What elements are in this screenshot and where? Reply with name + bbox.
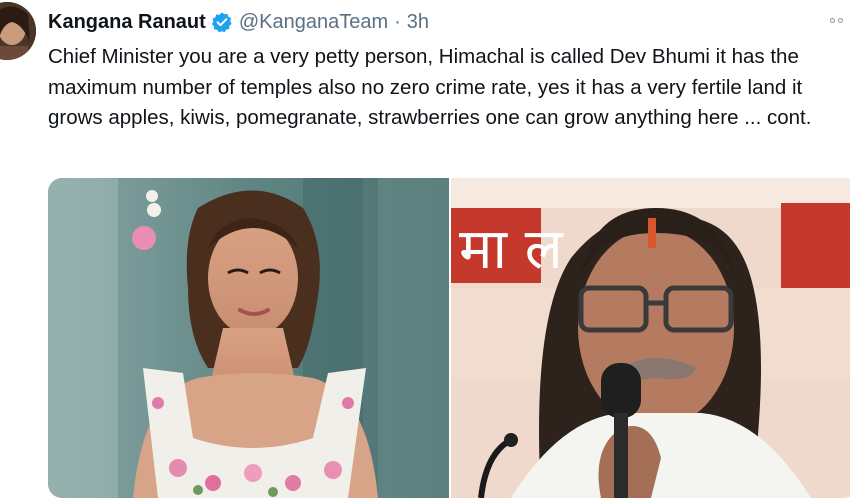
more-dot-icon [838, 17, 843, 23]
author-handle[interactable]: @KanganaTeam [239, 11, 388, 34]
separator-dot: · [394, 10, 401, 33]
author-display-name[interactable]: Kangana Ranaut [48, 11, 206, 34]
verified-badge-icon [211, 11, 233, 33]
author-avatar[interactable] [0, 2, 36, 60]
tweet-timestamp[interactable]: 3h [407, 11, 429, 34]
photo-left-woman[interactable] [48, 178, 449, 498]
more-options-icon[interactable] [830, 10, 850, 30]
background-poster-text: मा ल [459, 217, 564, 282]
tweet-header: Kangana Ranaut @KanganaTeam · 3h [48, 8, 830, 36]
tweet-media[interactable]: मा ल [48, 178, 850, 498]
tweet-text: Chief Minister you are a very petty pers… [48, 45, 812, 129]
photo-right-man-at-microphone[interactable]: मा ल [451, 178, 850, 498]
more-dot-icon [830, 17, 835, 23]
